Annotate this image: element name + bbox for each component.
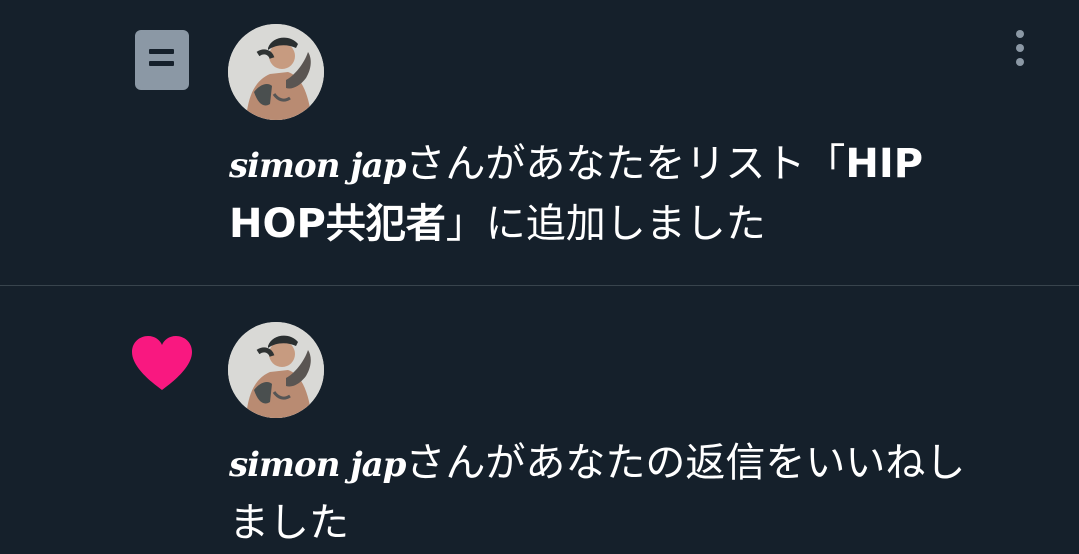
notification-message: simon japさんがあなたをリスト「HIP HOP共犯者」に追加しました xyxy=(229,135,999,253)
notification-message: simon japさんがあなたの返信をいいねしました xyxy=(229,434,999,552)
more-vertical-icon[interactable] xyxy=(1008,30,1032,70)
message-text-end: 」に追加しました xyxy=(445,201,766,247)
notification-like[interactable]: simon japさんがあなたの返信をいいねしました xyxy=(0,287,1079,554)
list-icon xyxy=(135,30,189,90)
notification-list-add[interactable]: simon japさんがあなたをリスト「HIP HOP共犯者」に追加しました xyxy=(0,0,1079,286)
user-avatar[interactable] xyxy=(228,24,324,120)
heart-icon xyxy=(132,336,192,390)
user-name[interactable]: simon jap xyxy=(229,146,406,186)
user-name[interactable]: simon jap xyxy=(229,445,406,485)
user-avatar[interactable] xyxy=(228,322,324,418)
message-text: さんがあなたをリスト「 xyxy=(405,141,846,187)
